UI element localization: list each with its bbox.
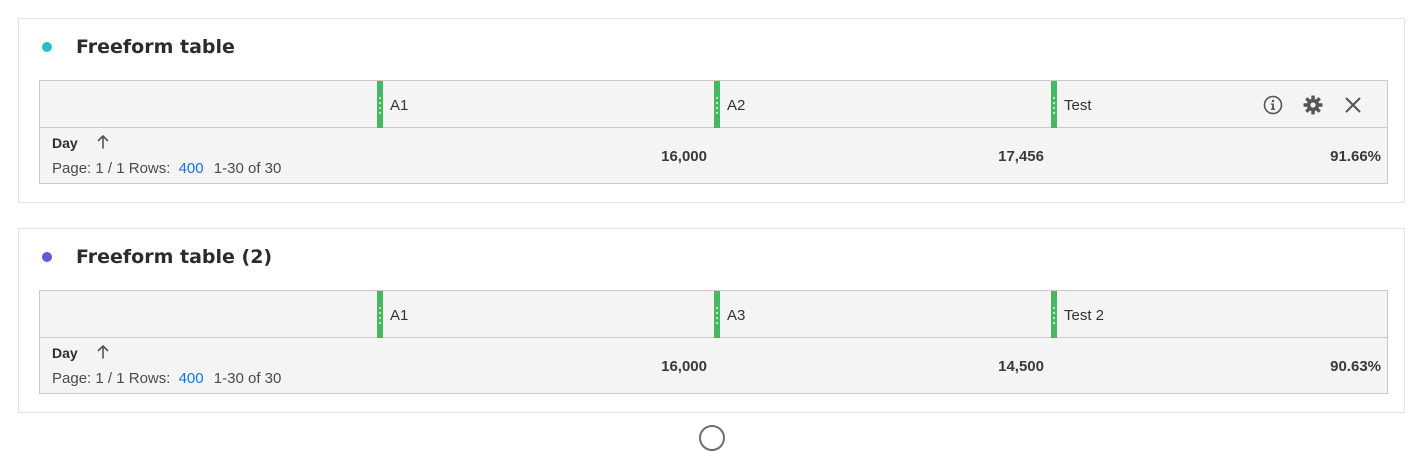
page-indicator: Page: 1 / 1 bbox=[52, 160, 125, 177]
column-total-test-2: 90.63% bbox=[1330, 358, 1381, 375]
panel-title[interactable]: Freeform table bbox=[76, 36, 235, 58]
column-header-a1[interactable]: A1 bbox=[377, 291, 714, 338]
panel-color-dot bbox=[42, 42, 52, 52]
table-header-row: A1 A2 Test bbox=[40, 81, 1387, 128]
column-label: Test bbox=[1064, 97, 1092, 114]
panel-header: Freeform table bbox=[19, 19, 1404, 75]
column-label: A2 bbox=[727, 97, 746, 114]
rows-per-page-link[interactable]: 400 bbox=[179, 370, 204, 387]
table-row-header: Day Page: 1 / 1 Rows: 400 1-30 of 30 16,… bbox=[40, 338, 1387, 394]
column-total-a3: 14,500 bbox=[998, 358, 1044, 375]
gear-icon[interactable] bbox=[1301, 93, 1325, 117]
column-drag-handle[interactable] bbox=[1051, 291, 1057, 338]
column-drag-handle[interactable] bbox=[714, 291, 720, 338]
column-total-test: 91.66% bbox=[1330, 148, 1381, 165]
table-toolbar bbox=[1261, 93, 1365, 117]
rows-per-page-link[interactable]: 400 bbox=[179, 160, 204, 177]
column-label: A1 bbox=[390, 97, 409, 114]
add-panel-button[interactable] bbox=[699, 425, 725, 451]
sort-arrow-up-icon[interactable] bbox=[96, 344, 110, 360]
column-drag-handle[interactable] bbox=[1051, 81, 1057, 128]
column-total-a2: 17,456 bbox=[998, 148, 1044, 165]
sort-arrow-up-icon[interactable] bbox=[96, 134, 110, 150]
column-header-a3[interactable]: A3 bbox=[714, 291, 1051, 338]
column-drag-handle[interactable] bbox=[377, 291, 383, 338]
row-range: 1-30 of 30 bbox=[213, 160, 282, 177]
dimension-name[interactable]: Day bbox=[52, 135, 78, 151]
freeform-table-panel-2: Freeform table (2) A1 A3 Test 2 Day Page… bbox=[18, 228, 1405, 413]
table-header-row: A1 A3 Test 2 bbox=[40, 291, 1387, 338]
pagination: Page: 1 / 1 Rows: 400 1-30 of 30 bbox=[52, 160, 281, 177]
column-header-test-2[interactable]: Test 2 bbox=[1051, 291, 1388, 338]
row-range: 1-30 of 30 bbox=[213, 370, 282, 387]
freeform-table: A1 A3 Test 2 Day Page: 1 / 1 Rows: 400 1… bbox=[39, 290, 1388, 394]
panel-title[interactable]: Freeform table (2) bbox=[76, 246, 272, 268]
column-drag-handle[interactable] bbox=[714, 81, 720, 128]
rows-label: Rows: bbox=[128, 160, 171, 177]
column-header-a2[interactable]: A2 bbox=[714, 81, 1051, 128]
table-row-header: Day Page: 1 / 1 Rows: 400 1-30 of 30 16,… bbox=[40, 128, 1387, 184]
info-icon[interactable] bbox=[1261, 93, 1285, 117]
freeform-table-panel: Freeform table A1 A2 Test Day Page: 1 / … bbox=[18, 18, 1405, 203]
column-label: A3 bbox=[727, 307, 746, 324]
rows-label: Rows: bbox=[128, 370, 171, 387]
pagination: Page: 1 / 1 Rows: 400 1-30 of 30 bbox=[52, 370, 281, 387]
close-icon[interactable] bbox=[1341, 93, 1365, 117]
panel-header: Freeform table (2) bbox=[19, 229, 1404, 285]
freeform-table: A1 A2 Test Day Page: 1 / 1 Rows: 400 1-3… bbox=[39, 80, 1388, 184]
page-indicator: Page: 1 / 1 bbox=[52, 370, 125, 387]
dimension-name[interactable]: Day bbox=[52, 345, 78, 361]
panel-color-dot bbox=[42, 252, 52, 262]
column-label: Test 2 bbox=[1064, 307, 1105, 324]
column-total-a1: 16,000 bbox=[661, 358, 707, 375]
column-total-a1: 16,000 bbox=[661, 148, 707, 165]
column-header-a1[interactable]: A1 bbox=[377, 81, 714, 128]
column-label: A1 bbox=[390, 307, 409, 324]
column-drag-handle[interactable] bbox=[377, 81, 383, 128]
